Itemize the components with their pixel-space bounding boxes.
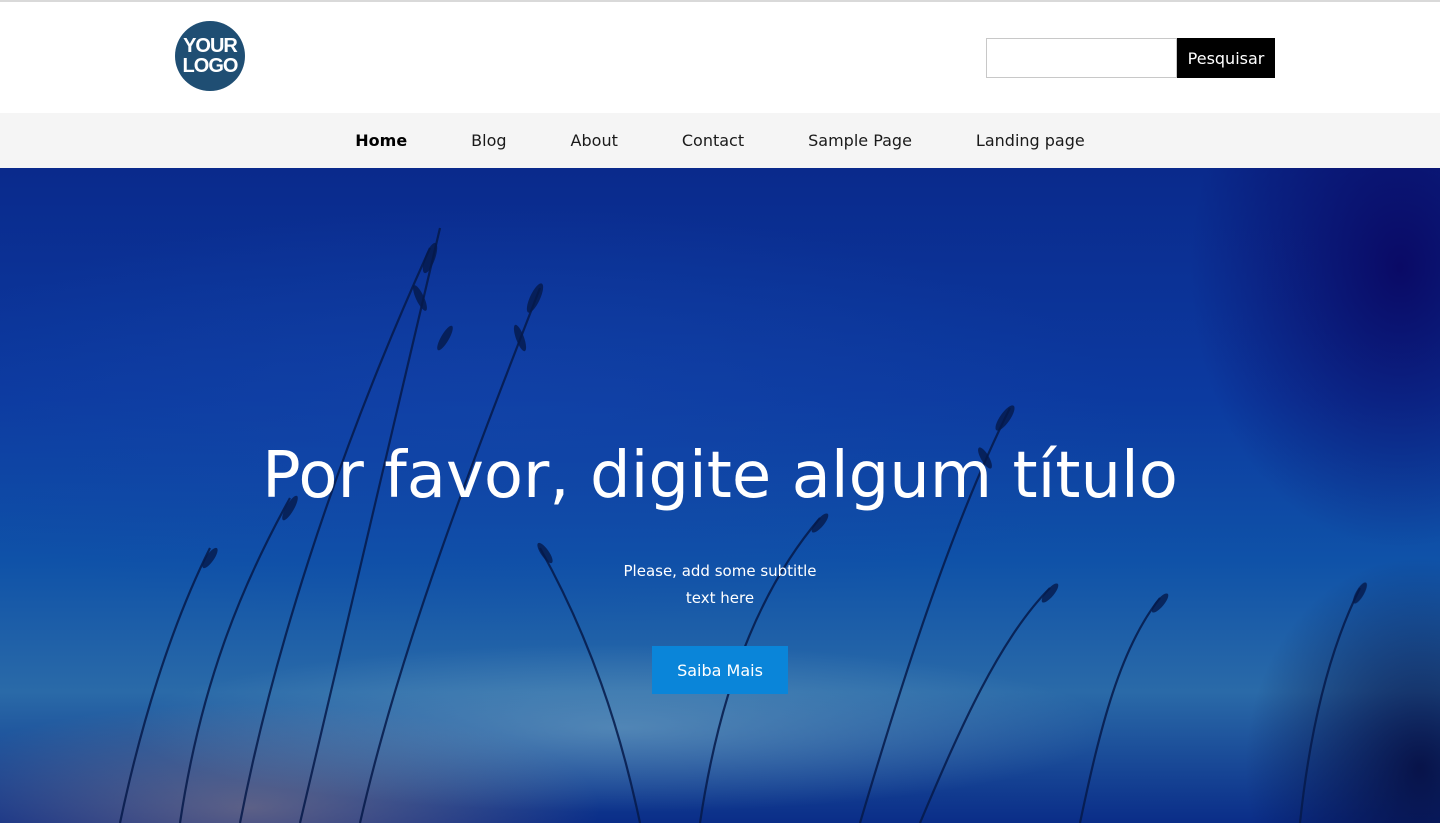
site-header: YOUR LOGO Pesquisar — [0, 2, 1440, 113]
saiba-mais-button[interactable]: Saiba Mais — [652, 646, 788, 694]
hero-subtitle: Please, add some subtitle text here — [623, 562, 817, 607]
search-input[interactable] — [986, 38, 1177, 78]
logo-text-line2: LOGO — [182, 55, 239, 77]
nav-item-contact[interactable]: Contact — [682, 131, 744, 150]
nav-item-home[interactable]: Home — [355, 131, 407, 150]
nav-item-blog[interactable]: Blog — [471, 131, 506, 150]
search-button[interactable]: Pesquisar — [1177, 38, 1275, 78]
hero-title: Por favor, digite algum título — [262, 439, 1178, 513]
nav-list: Home Blog About Contact Sample Page Land… — [0, 113, 1440, 168]
nav-item-about[interactable]: About — [571, 131, 618, 150]
hero-banner: Por favor, digite algum título Please, a… — [0, 168, 1440, 823]
nav-item-sample-page[interactable]: Sample Page — [808, 131, 912, 150]
logo-text-line1: YOUR — [183, 35, 238, 57]
site-logo[interactable]: YOUR LOGO — [175, 21, 245, 91]
search-form: Pesquisar — [986, 38, 1275, 78]
main-nav: Home Blog About Contact Sample Page Land… — [0, 113, 1440, 168]
nav-item-landing-page[interactable]: Landing page — [976, 131, 1085, 150]
